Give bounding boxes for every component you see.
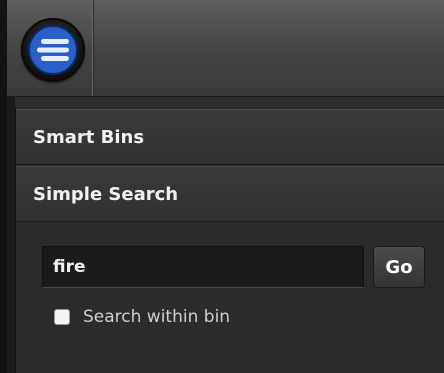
simple-search-header[interactable]: Simple Search [16, 166, 444, 222]
go-button[interactable]: Go [373, 246, 425, 288]
smart-bins-label: Smart Bins [33, 127, 145, 148]
search-within-bin-row[interactable]: Search within bin [54, 303, 230, 331]
app-logo-icon[interactable] [21, 18, 85, 82]
simple-search-label: Simple Search [33, 184, 179, 205]
simple-search-body: Go Search within bin [16, 223, 444, 373]
panel-edge [7, 96, 15, 373]
go-button-label: Go [385, 256, 413, 278]
logo-cell [7, 0, 94, 96]
search-within-bin-label: Search within bin [83, 307, 231, 327]
smart-bins-header[interactable]: Smart Bins [16, 109, 444, 165]
sidebar-panel: Smart Bins Simple Search Go Search withi… [15, 107, 444, 373]
search-input[interactable] [42, 246, 364, 288]
toolbar [7, 0, 444, 97]
window-frame-left [0, 0, 7, 373]
search-within-bin-checkbox[interactable] [54, 309, 70, 325]
